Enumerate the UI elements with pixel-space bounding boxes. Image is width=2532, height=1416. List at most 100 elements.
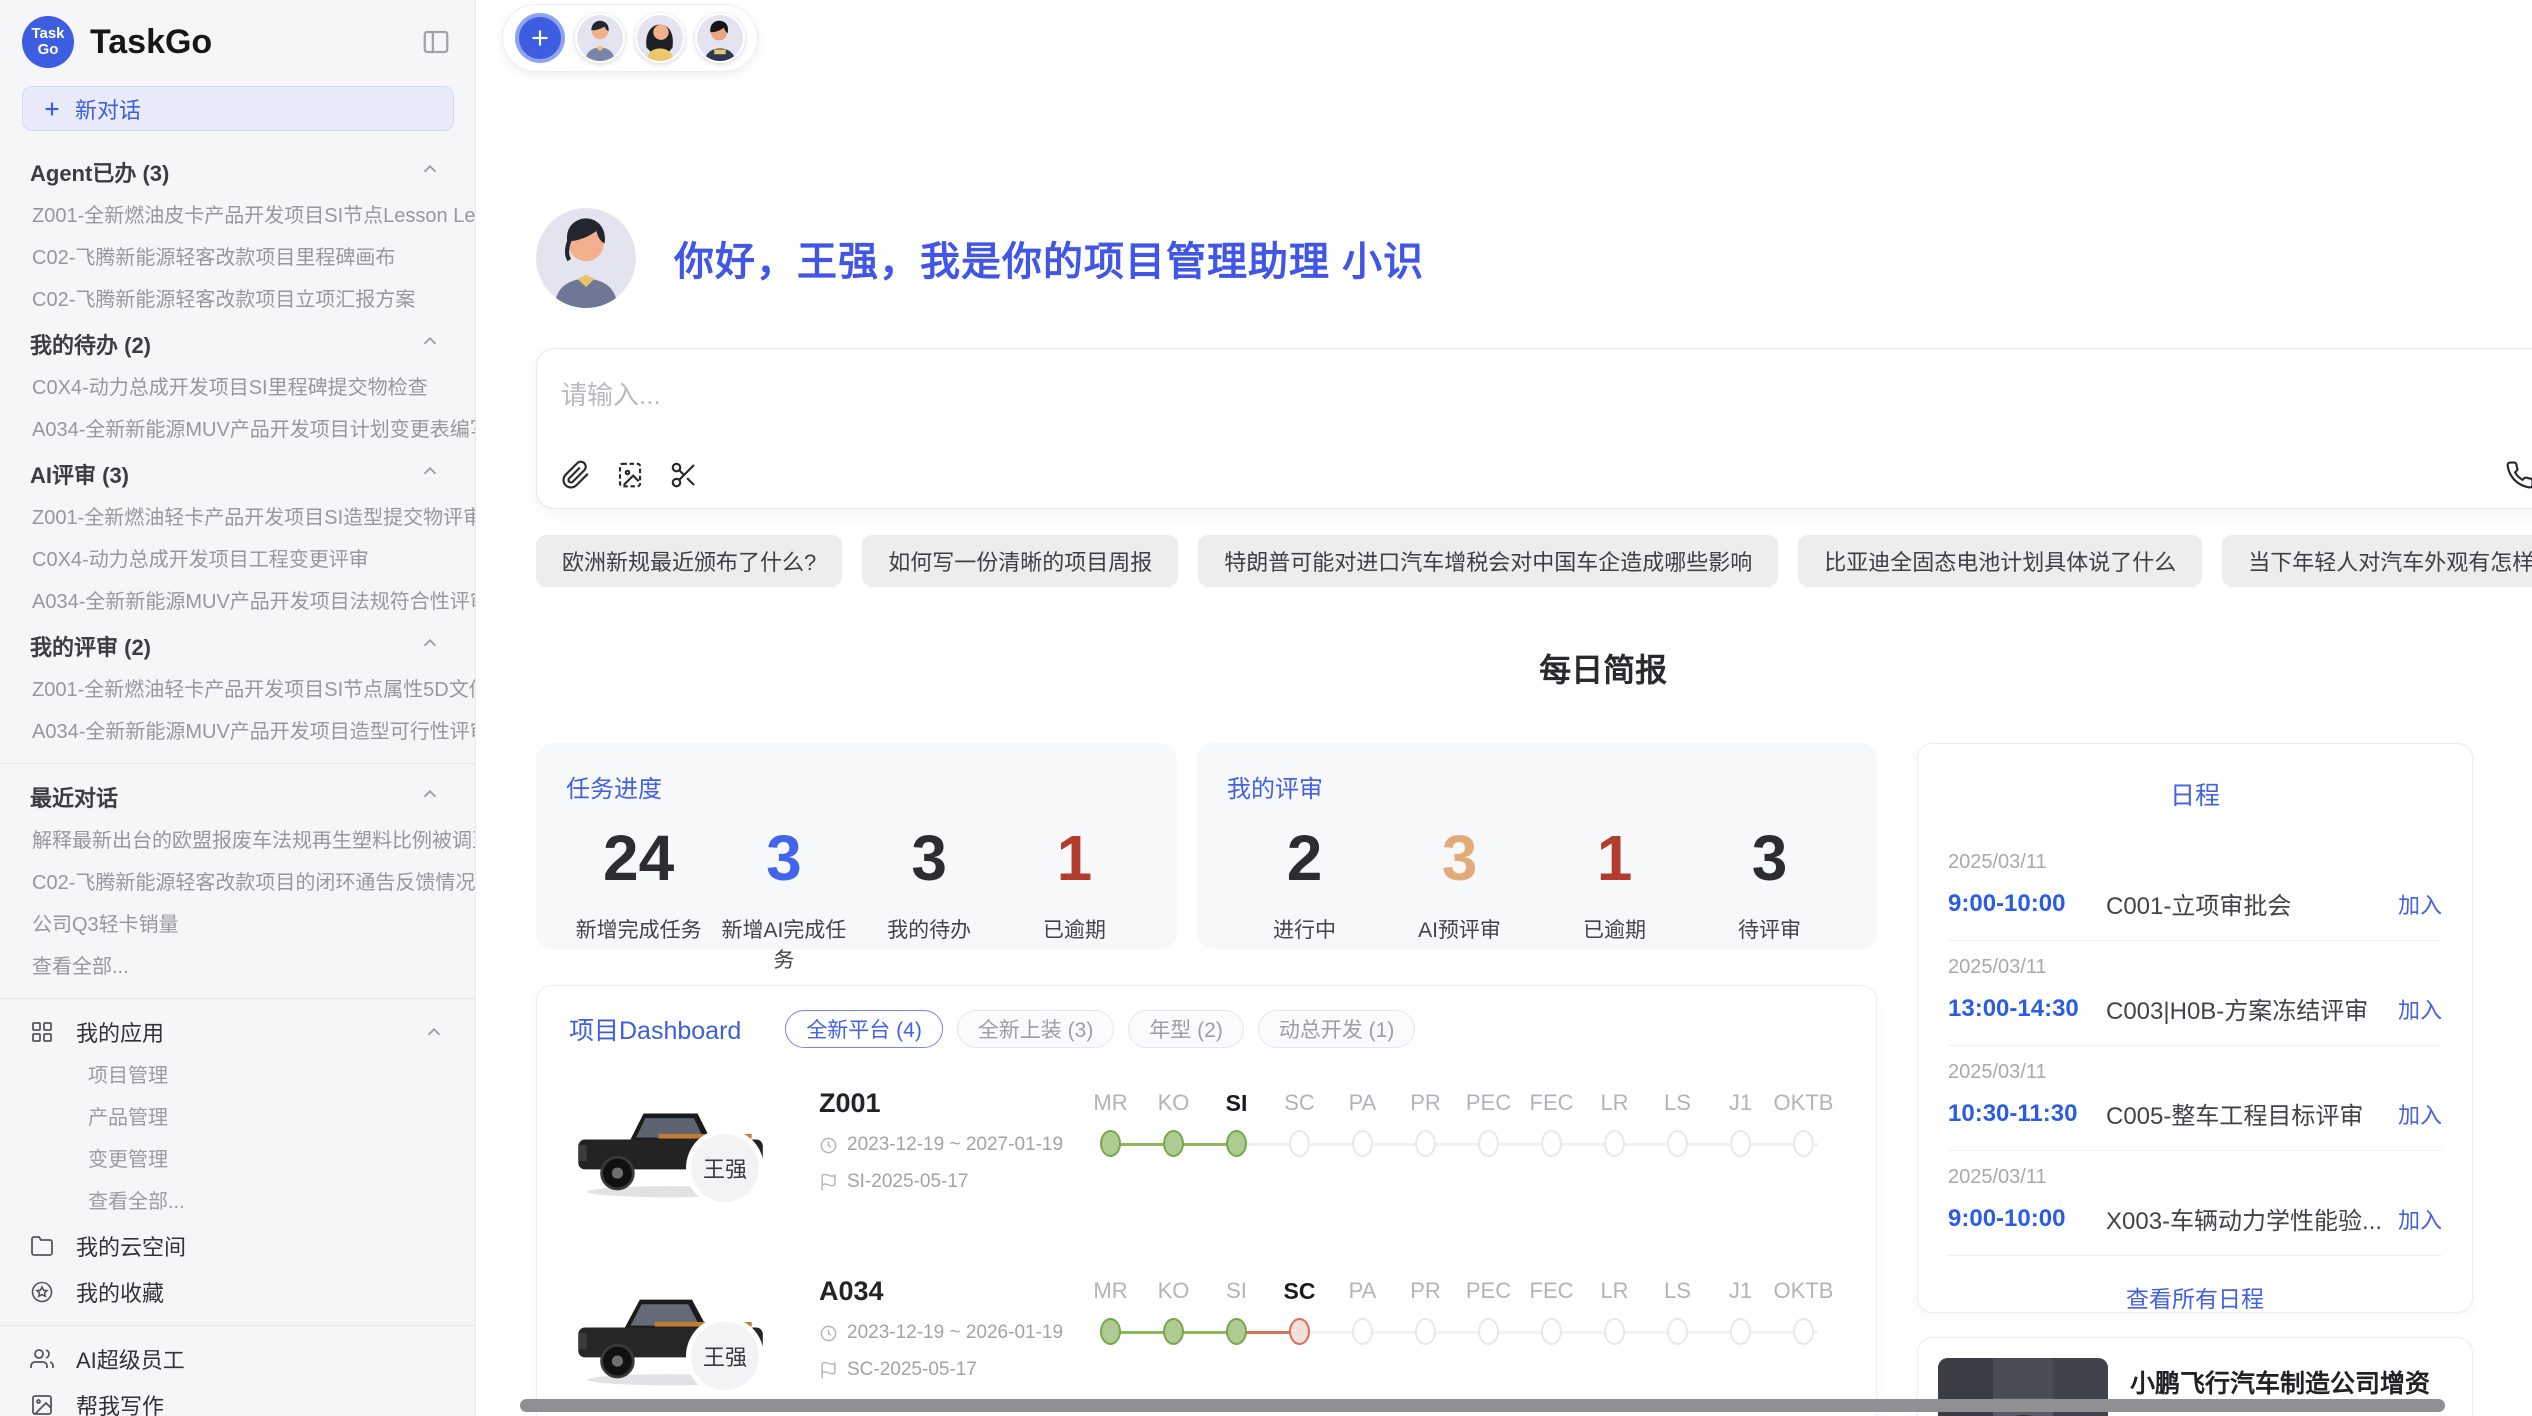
new-chat-label: 新对话 bbox=[75, 93, 141, 125]
section-header-my-review[interactable]: 我的评审 (2) bbox=[0, 623, 475, 669]
sidebar-item[interactable]: Z001-全新燃油皮卡产品开发项目SI节点Lesson Learn报告 bbox=[0, 195, 475, 237]
sidebar-item[interactable]: A034-全新新能源MUV产品开发项目法规符合性评审 bbox=[0, 581, 475, 623]
join-link[interactable]: 加入 bbox=[2398, 993, 2442, 1025]
filter-year-model[interactable]: 年型 (2) bbox=[1128, 1010, 1244, 1048]
section-header-agent-done[interactable]: Agent已办 (3) bbox=[0, 149, 475, 195]
view-all-schedule-link[interactable]: 查看所有日程 bbox=[1948, 1256, 2442, 1338]
chevron-up-icon bbox=[419, 158, 441, 186]
sidebar-item-favorites[interactable]: 我的收藏 bbox=[0, 1269, 475, 1315]
project-row-z001[interactable]: 王强 Z001 2023-12-19 ~ 2027-01-19 SI-2025-… bbox=[569, 1086, 1844, 1236]
flag-icon bbox=[819, 1361, 838, 1380]
sidebar-item-cloud-space[interactable]: 我的云空间 bbox=[0, 1223, 475, 1269]
attachment-icon[interactable] bbox=[561, 460, 591, 490]
agent-avatar-2[interactable] bbox=[635, 13, 685, 63]
task-progress-card: 任务进度 24 新增完成任务 3 新增AI完成任务 3 bbox=[536, 743, 1177, 949]
sidebar-item[interactable]: A034-全新新能源MUV产品开发项目造型可行性评审 bbox=[0, 711, 475, 753]
join-link[interactable]: 加入 bbox=[2398, 1098, 2442, 1130]
sidebar-item[interactable]: C02-飞腾新能源轻客改款项目立项汇报方案 bbox=[0, 279, 475, 321]
horizontal-scrollbar-thumb[interactable] bbox=[520, 1399, 2445, 1412]
project-row-a034[interactable]: 王强 A034 2023-12-19 ~ 2026-01-19 SC-2025-… bbox=[569, 1274, 1844, 1416]
join-link[interactable]: 加入 bbox=[2398, 1203, 2442, 1235]
sidebar-item-help-me-write[interactable]: 帮我写作 bbox=[0, 1382, 475, 1416]
milestone-dot bbox=[1793, 1130, 1814, 1157]
suggestion-chip[interactable]: 比亚迪全固态电池计划具体说了什么 bbox=[1798, 535, 2202, 587]
recent-chat-item[interactable]: C02-飞腾新能源轻客改款项目的闭环通告反馈情况 bbox=[0, 862, 475, 904]
milestone-dot bbox=[1478, 1318, 1499, 1345]
milestone-track: MR KO SI SC PA PR PEC FEC LR LS J1 bbox=[1079, 1086, 1844, 1157]
project-dates: 2023-12-19 ~ 2026-01-19 bbox=[819, 1322, 1079, 1344]
users-icon bbox=[30, 1347, 54, 1371]
sidebar-item-my-apps[interactable]: 我的应用 bbox=[0, 1009, 475, 1055]
filter-powertrain[interactable]: 动总开发 (1) bbox=[1258, 1010, 1416, 1048]
project-dashboard-card: 项目Dashboard 全新平台 (4) 全新上装 (3) 年型 (2) 动总开… bbox=[536, 985, 1877, 1416]
stat-pending-review: 3 待评审 bbox=[1692, 822, 1847, 944]
agent-avatar-3[interactable] bbox=[695, 13, 745, 63]
sidebar-item[interactable]: C02-飞腾新能源轻客改款项目里程碑画布 bbox=[0, 237, 475, 279]
dashboard-filters: 全新平台 (4) 全新上装 (3) 年型 (2) 动总开发 (1) bbox=[785, 1010, 1415, 1048]
assistant-avatar bbox=[536, 208, 636, 308]
project-code: A034 bbox=[819, 1276, 1079, 1307]
sidebar-item[interactable]: Z001-全新燃油轻卡产品开发项目SI节点属性5D文件评审 bbox=[0, 669, 475, 711]
input-actions-left bbox=[561, 460, 699, 490]
project-flag-milestone: SI-2025-05-17 bbox=[819, 1171, 1079, 1193]
milestone-dot-done bbox=[1100, 1318, 1121, 1345]
recent-chat-view-all[interactable]: 查看全部... bbox=[0, 946, 475, 988]
schedule-entry: 2025/03/11 13:00-14:30 C003|H0B-方案冻结评审 加… bbox=[1948, 941, 2442, 1046]
sidebar-collapse-icon[interactable] bbox=[419, 25, 453, 59]
recent-chat-item[interactable]: 解释最新出台的欧盟报废车法规再生塑料比例被调至15%... bbox=[0, 820, 475, 862]
sidebar-item[interactable]: C0X4-动力总成开发项目工程变更评审 bbox=[0, 539, 475, 581]
app-link-view-all[interactable]: 查看全部... bbox=[0, 1181, 475, 1223]
sidebar-item[interactable]: C0X4-动力总成开发项目SI里程碑提交物检查 bbox=[0, 367, 475, 409]
logo-text-bottom: Go bbox=[38, 42, 59, 58]
schedule-entry: 2025/03/11 9:00-10:00 C001-立项审批会 加入 bbox=[1948, 836, 2442, 941]
stat-in-progress: 2 进行中 bbox=[1227, 822, 1382, 944]
app-logo: Task Go bbox=[22, 16, 74, 68]
suggestion-chip[interactable]: 欧洲新规最近颁布了什么? bbox=[536, 535, 842, 587]
filter-new-body[interactable]: 全新上装 (3) bbox=[957, 1010, 1115, 1048]
add-agent-button[interactable] bbox=[515, 13, 565, 63]
new-chat-button[interactable]: 新对话 bbox=[22, 86, 454, 131]
stat-my-todo: 3 我的待办 bbox=[857, 822, 1002, 974]
milestone-dot bbox=[1541, 1130, 1562, 1157]
milestone-dot bbox=[1541, 1318, 1562, 1345]
recent-chat-item[interactable]: 公司Q3轻卡销量 bbox=[0, 904, 475, 946]
app-link-product-mgmt[interactable]: 产品管理 bbox=[0, 1097, 475, 1139]
sidebar-divider bbox=[0, 763, 475, 764]
chat-input[interactable]: 请输入... bbox=[536, 348, 2532, 509]
image-icon bbox=[30, 1393, 54, 1416]
section-header-recent-chats[interactable]: 最近对话 bbox=[0, 774, 475, 820]
grid-icon bbox=[30, 1020, 54, 1044]
filter-all-platform[interactable]: 全新平台 (4) bbox=[785, 1010, 943, 1048]
phone-icon[interactable] bbox=[2505, 460, 2532, 490]
sidebar-header: Task Go TaskGo bbox=[0, 14, 475, 70]
milestone-dot bbox=[1478, 1130, 1499, 1157]
section-header-my-todo[interactable]: 我的待办 (2) bbox=[0, 321, 475, 367]
stat-new-ai-completed: 3 新增AI完成任务 bbox=[711, 822, 856, 974]
image-upload-icon[interactable] bbox=[615, 460, 645, 490]
suggestion-chip[interactable]: 如何写一份清晰的项目周报 bbox=[862, 535, 1178, 587]
chevron-up-icon bbox=[423, 1021, 445, 1043]
greeting-text: 你好，王强，我是你的项目管理助理 小识 bbox=[674, 229, 1424, 287]
section-header-ai-review[interactable]: AI评审 (3) bbox=[0, 451, 475, 497]
sidebar: Task Go TaskGo 新对话 Agent已办 (3) Z001-全新燃油… bbox=[0, 0, 476, 1416]
sidebar-item[interactable]: A034-全新新能源MUV产品开发项目计划变更表编写 bbox=[0, 409, 475, 451]
agent-avatar-1[interactable] bbox=[575, 13, 625, 63]
scissors-icon[interactable] bbox=[669, 460, 699, 490]
flag-icon bbox=[819, 1173, 838, 1192]
suggestion-chip[interactable]: 当下年轻人对汽车外观有怎样的喜好趋势 bbox=[2222, 535, 2532, 587]
sidebar-item-ai-super-staff[interactable]: AI超级员工 bbox=[0, 1336, 475, 1382]
owner-badge: 王强 bbox=[691, 1322, 759, 1390]
suggestion-chip[interactable]: 特朗普可能对进口汽车增税会对中国车企造成哪些影响 bbox=[1198, 535, 1778, 587]
schedule-title: 日程 bbox=[1948, 776, 2442, 812]
suggestion-chips: 欧洲新规最近颁布了什么? 如何写一份清晰的项目周报 特朗普可能对进口汽车增税会对… bbox=[536, 535, 2532, 587]
dashboard-title: 项目Dashboard bbox=[569, 1011, 741, 1047]
app-link-change-mgmt[interactable]: 变更管理 bbox=[0, 1139, 475, 1181]
clock-icon bbox=[819, 1324, 838, 1343]
sidebar-scroll: Agent已办 (3) Z001-全新燃油皮卡产品开发项目SI节点Lesson … bbox=[0, 141, 475, 1416]
milestone-dot-overdue bbox=[1289, 1318, 1310, 1345]
app-link-project-mgmt[interactable]: 项目管理 bbox=[0, 1055, 475, 1097]
input-actions bbox=[561, 460, 2532, 490]
join-link[interactable]: 加入 bbox=[2398, 888, 2442, 920]
sidebar-item[interactable]: Z001-全新燃油轻卡产品开发项目SI造型提交物评审 bbox=[0, 497, 475, 539]
logo-text-top: Task bbox=[31, 26, 64, 42]
